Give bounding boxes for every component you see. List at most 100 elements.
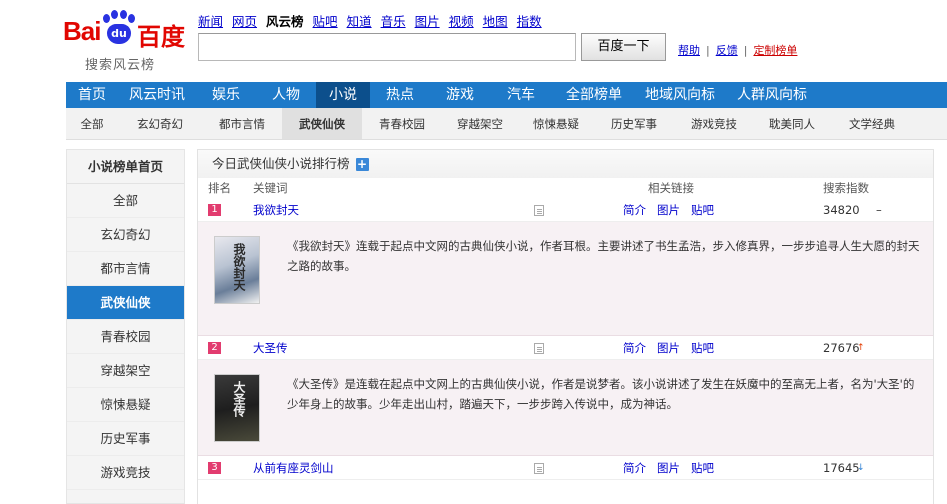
subnav-item[interactable]: 历史军事	[594, 108, 674, 139]
table-header: 排名 关键词 相关链接 搜索指数	[198, 178, 933, 198]
main-nav: 首页 风云时讯 娱乐 人物 小说 热点 游戏 汽车 全部榜单 地域风向标 人群风向标	[66, 82, 947, 108]
table-row: 2 大圣传 简介 图片 贴吧 27676 ↑	[198, 336, 933, 360]
topnav-item[interactable]: 贴吧	[313, 11, 338, 30]
baidu-logo[interactable]: Bai du 百度 搜索风云榜	[63, 10, 193, 73]
search-index: 27676	[823, 341, 860, 355]
subnav-item[interactable]: 武侠仙侠	[282, 108, 362, 139]
subnav-item[interactable]: 惊悚悬疑	[518, 108, 594, 139]
search-index: 34820	[823, 203, 860, 217]
ranking-panel: 今日武侠仙侠小说排行榜 + 排名 关键词 相关链接 搜索指数 1 我欲封天 简介 图片贴…	[197, 149, 934, 504]
top-nav: 新闻 网页 风云榜 贴吧 知道 音乐 图片 视频 地图 指数	[198, 11, 551, 30]
intro-link[interactable]: 简介	[623, 198, 646, 222]
help-link[interactable]: 帮助	[678, 44, 700, 57]
sidebar-item[interactable]: 武侠仙侠	[67, 286, 184, 320]
logo-subtitle: 搜索风云榜	[85, 58, 156, 73]
sidebar-item[interactable]: 游戏竞技	[67, 456, 184, 490]
topnav-item[interactable]: 视频	[449, 11, 474, 30]
sidebar-home[interactable]: 小说榜单首页	[67, 150, 184, 184]
header-rank: 排名	[208, 181, 231, 195]
topnav-item[interactable]: 新闻	[198, 11, 223, 30]
mainnav-item[interactable]: 人群风向标	[724, 82, 820, 108]
sidebar-item[interactable]: 都市言情	[67, 252, 184, 286]
book-detail: 我欲封天 《我欲封天》连载于起点中文网的古典仙侠小说，作者耳根。主要讲述了书生孟浩…	[198, 222, 933, 336]
tieba-link[interactable]: 贴吧	[691, 198, 714, 222]
rank-badge: 3	[208, 462, 221, 474]
book-cover-image[interactable]: 大圣传	[214, 374, 260, 442]
mainnav-item[interactable]: 热点	[370, 82, 430, 108]
topnav-item[interactable]: 知道	[347, 11, 372, 30]
separator: |	[706, 44, 710, 57]
table-row: 1 我欲封天 简介 图片 贴吧 34820 –	[198, 198, 933, 222]
topnav-item[interactable]: 音乐	[381, 11, 406, 30]
trend-icon: ↑	[857, 343, 865, 353]
feedback-link[interactable]: 反馈	[716, 44, 738, 57]
cover-title: 大圣传	[232, 381, 246, 417]
logo-brand-text: Bai	[63, 16, 101, 46]
keyword-link[interactable]: 从前有座灵剑山	[253, 456, 334, 480]
sidebar-item[interactable]: 全部	[67, 184, 184, 218]
category-nav: 全部 玄幻奇幻 都市言情 武侠仙侠 青春校园 穿越架空 惊悚悬疑 历史军事 游戏竞技 耽美同人 文学…	[66, 108, 947, 140]
sidebar-item[interactable]: 玄幻奇幻	[67, 218, 184, 252]
sidebar-item[interactable]: 惊悚悬疑	[67, 388, 184, 422]
paw-icon: du	[103, 10, 135, 44]
mainnav-item[interactable]: 人物	[256, 82, 316, 108]
rank-badge: 1	[208, 204, 221, 216]
subnav-item[interactable]: 全部	[66, 108, 118, 139]
topnav-item[interactable]: 地图	[483, 11, 508, 30]
separator: |	[743, 44, 748, 57]
topnav-item[interactable]: 指数	[517, 11, 542, 30]
subnav-item[interactable]: 游戏竞技	[674, 108, 754, 139]
logo-paw-text: du	[107, 24, 131, 44]
logo-cn-text: 百度	[137, 23, 185, 51]
tieba-link[interactable]: 贴吧	[691, 456, 714, 480]
mainnav-item[interactable]: 小说	[316, 82, 370, 108]
subnav-item[interactable]: 穿越架空	[442, 108, 518, 139]
document-icon[interactable]	[534, 205, 544, 216]
custom-list-link[interactable]: 定制榜单	[753, 44, 797, 57]
mainnav-item[interactable]: 地域风向标	[636, 82, 724, 108]
book-description: 《大圣传》是连载在起点中文网上的古典仙侠小说，作者是说梦者。该小说讲述了发生在妖…	[287, 377, 915, 411]
search-input[interactable]	[198, 33, 576, 61]
topnav-item[interactable]: 网页	[232, 11, 257, 30]
mainnav-item[interactable]: 首页	[66, 82, 118, 108]
trend-icon: ↓	[857, 463, 865, 473]
plus-icon[interactable]: +	[355, 158, 369, 171]
document-icon[interactable]	[534, 343, 544, 354]
mainnav-item[interactable]: 风云时讯	[118, 82, 196, 108]
mainnav-item[interactable]: 汽车	[490, 82, 552, 108]
keyword-link[interactable]: 大圣传	[253, 336, 288, 360]
search-button[interactable]: 百度一下	[581, 33, 666, 61]
book-cover-image[interactable]: 我欲封天	[214, 236, 260, 304]
image-link[interactable]: 图片	[657, 198, 680, 222]
keyword-link[interactable]: 我欲封天	[253, 198, 299, 222]
panel-title: 今日武侠仙侠小说排行榜	[212, 156, 350, 171]
subnav-item[interactable]: 都市言情	[202, 108, 282, 139]
mainnav-item[interactable]: 全部榜单	[552, 82, 636, 108]
intro-link[interactable]: 简介	[623, 336, 646, 360]
mainnav-item[interactable]: 游戏	[430, 82, 490, 108]
trend-icon: –	[876, 203, 882, 217]
sidebar-item[interactable]: 穿越架空	[67, 354, 184, 388]
table-row: 3 从前有座灵剑山 简介 图片 贴吧 17645 ↓	[198, 456, 933, 480]
intro-link[interactable]: 简介	[623, 456, 646, 480]
tieba-link[interactable]: 贴吧	[691, 336, 714, 360]
panel-title-bar: 今日武侠仙侠小说排行榜 +	[198, 150, 933, 178]
mainnav-item[interactable]: 娱乐	[196, 82, 256, 108]
header-links: 相关链接	[648, 181, 694, 195]
image-link[interactable]: 图片	[657, 336, 680, 360]
sidebar-item[interactable]: 历史军事	[67, 422, 184, 456]
topnav-item[interactable]: 图片	[415, 11, 440, 30]
sidebar: 小说榜单首页 全部 玄幻奇幻 都市言情 武侠仙侠 青春校园 穿越架空 惊悚悬疑 历史军事 游戏竞…	[66, 149, 185, 504]
rank-badge: 2	[208, 342, 221, 354]
cover-title: 我欲封天	[232, 243, 246, 291]
subnav-item[interactable]: 耽美同人	[754, 108, 830, 139]
image-link[interactable]: 图片	[657, 456, 680, 480]
subnav-item[interactable]: 玄幻奇幻	[118, 108, 202, 139]
topnav-item[interactable]: 风云榜	[266, 11, 304, 30]
subnav-item[interactable]: 青春校园	[362, 108, 442, 139]
header-keyword: 关键词	[253, 181, 288, 195]
document-icon[interactable]	[534, 463, 544, 474]
header-index: 搜索指数	[823, 181, 869, 195]
subnav-item[interactable]: 文学经典	[830, 108, 914, 139]
sidebar-item[interactable]: 青春校园	[67, 320, 184, 354]
